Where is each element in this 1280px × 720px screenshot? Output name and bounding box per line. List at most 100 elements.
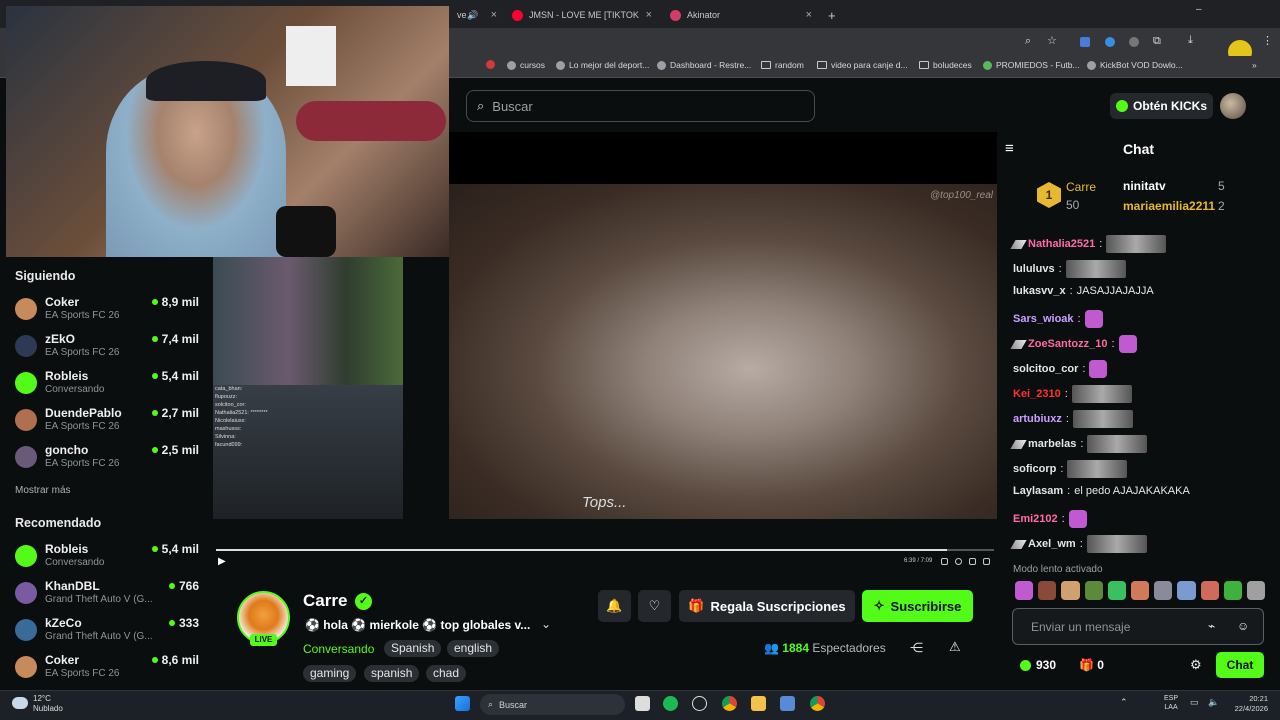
- bookmark-promiedos[interactable]: PROMIEDOS - Futb...: [983, 60, 1080, 70]
- emote-icon[interactable]: [1084, 581, 1103, 600]
- chat-username[interactable]: lukasvv_x: [1013, 285, 1066, 297]
- tab-partial[interactable]: ve 🔊 ×: [449, 4, 497, 26]
- follow-heart-button[interactable]: ♡: [638, 590, 671, 622]
- chat-username[interactable]: Kei_2310: [1013, 388, 1061, 400]
- taskbar-search[interactable]: ⌕ Buscar: [480, 694, 625, 715]
- video-player[interactable]: @top100_real Tops...: [449, 132, 997, 520]
- tag-chad[interactable]: chad: [426, 665, 467, 682]
- settings-icon[interactable]: [941, 558, 948, 565]
- chat-username[interactable]: soficorp: [1013, 463, 1056, 475]
- show-more-link[interactable]: Mostrar más: [15, 485, 71, 496]
- warning-icon[interactable]: ⚠: [949, 639, 961, 655]
- chat-username[interactable]: Laylasam: [1013, 485, 1063, 497]
- bookmark-kickbot[interactable]: KickBot VOD Dowlo...: [1087, 60, 1183, 70]
- tag-spanish[interactable]: Spanish: [384, 640, 442, 657]
- puzzle-icon[interactable]: ⧉: [1153, 35, 1161, 48]
- kebab-menu-icon[interactable]: ⋮: [1262, 34, 1273, 47]
- chrome-profile-icon[interactable]: [810, 696, 825, 711]
- download-icon[interactable]: ⤓: [1188, 34, 1193, 47]
- share-icon[interactable]: ⋲: [910, 640, 923, 656]
- chat-username[interactable]: solcitoo_cor: [1013, 363, 1078, 375]
- network-icon[interactable]: ▭: [1190, 697, 1199, 708]
- leaderboard-user-2[interactable]: mariaemilia2211: [1123, 199, 1215, 213]
- gear-icon[interactable]: [955, 558, 962, 565]
- bookmark-dashboard[interactable]: Dashboard - Restre...: [657, 60, 751, 70]
- emote-icon[interactable]: [1154, 581, 1173, 600]
- task-view-icon[interactable]: [635, 696, 650, 711]
- channel-row[interactable]: zEkO EA Sports FC 26 7,4 mil: [15, 332, 205, 366]
- chat-username[interactable]: ZoeSantozz_10: [1028, 338, 1107, 350]
- new-tab-button[interactable]: +: [820, 4, 836, 26]
- emote-icon[interactable]: [1107, 581, 1126, 600]
- extension-icon[interactable]: [1080, 37, 1090, 47]
- chat-message-input[interactable]: Enviar un mensaje: [1012, 608, 1264, 645]
- chat-send-button[interactable]: Chat: [1216, 652, 1264, 678]
- close-tab-icon[interactable]: ×: [646, 9, 652, 21]
- chat-username[interactable]: Emi2102: [1013, 513, 1058, 525]
- bookmarks-overflow-icon[interactable]: »: [1252, 60, 1257, 70]
- emote-icon[interactable]: [1061, 581, 1080, 600]
- tab-jmsn[interactable]: JMSN - LOVE ME [TIKTOK VERS ×: [504, 4, 652, 26]
- chat-username[interactable]: Sars_wioak: [1013, 313, 1074, 325]
- bookmark-boludeces[interactable]: boludeces: [919, 60, 972, 70]
- gift-count[interactable]: 🎁 0: [1079, 658, 1104, 672]
- keyboard-language[interactable]: ESP LAA: [1164, 694, 1178, 712]
- channel-row[interactable]: Coker EA Sports FC 26 8,6 mil: [15, 653, 205, 687]
- stream-category[interactable]: Conversando: [303, 642, 374, 656]
- kick-emote-icon[interactable]: ⌁: [1208, 619, 1215, 633]
- star-icon[interactable]: ☆: [1047, 34, 1057, 47]
- windows-start-icon[interactable]: [455, 696, 470, 711]
- chat-username[interactable]: Nathalia2521: [1028, 238, 1095, 250]
- chat-username[interactable]: lululuvs: [1013, 263, 1055, 275]
- spotify-icon[interactable]: [663, 696, 678, 711]
- emote-icon[interactable]: [1177, 581, 1196, 600]
- volume-icon[interactable]: 🔈: [1208, 697, 1219, 708]
- tag-english[interactable]: english: [447, 640, 500, 657]
- emote-icon[interactable]: [1200, 581, 1219, 600]
- channel-row[interactable]: kZeCo Grand Theft Auto V (G... 333: [15, 616, 205, 650]
- tag-spanish-lower[interactable]: spanish: [364, 665, 420, 682]
- chat-username[interactable]: Axel_wm: [1028, 538, 1076, 550]
- chat-settings-icon[interactable]: ⚙: [1190, 657, 1202, 673]
- taskbar-clock[interactable]: 20:21 22/4/2026: [1226, 694, 1268, 714]
- bookmark-deportes[interactable]: Lo mejor del deport...: [556, 60, 649, 70]
- extension-icon[interactable]: [1129, 37, 1139, 47]
- file-explorer-icon[interactable]: [751, 696, 766, 711]
- zoom-icon[interactable]: ⌕: [1025, 35, 1031, 48]
- subscribe-button[interactable]: ✧ Suscribirse: [862, 590, 973, 622]
- channel-row[interactable]: Robleis Conversando 5,4 mil: [15, 369, 205, 403]
- emote-icon[interactable]: [1223, 581, 1242, 600]
- chrome-icon[interactable]: [722, 696, 737, 711]
- tab-akinator[interactable]: Akinator ×: [662, 4, 812, 26]
- emote-icon[interactable]: [1130, 581, 1150, 600]
- search-input[interactable]: ⌕ Buscar: [466, 90, 815, 122]
- user-avatar[interactable]: [1220, 93, 1246, 119]
- channel-row[interactable]: Robleis Conversando 5,4 mil: [15, 542, 205, 576]
- extension-icon[interactable]: [1105, 37, 1115, 47]
- weather-widget[interactable]: 12°C Nublado: [33, 694, 63, 714]
- theater-icon[interactable]: [969, 558, 976, 565]
- channel-row[interactable]: Coker EA Sports FC 26 8,9 mil: [15, 295, 205, 329]
- bookmark-icon[interactable]: [486, 60, 495, 69]
- notification-bell-button[interactable]: 🔔: [598, 590, 631, 622]
- bookmark-cursos[interactable]: cursos: [507, 60, 545, 70]
- obs-icon[interactable]: [692, 696, 707, 711]
- bookmark-random[interactable]: random: [761, 60, 804, 70]
- chat-username[interactable]: artubiuxz: [1013, 413, 1062, 425]
- tag-gaming[interactable]: gaming: [303, 665, 357, 682]
- emote-icon[interactable]: [1015, 581, 1034, 600]
- minimize-icon[interactable]: –: [1196, 4, 1202, 15]
- channel-row[interactable]: DuendePablo EA Sports FC 26 2,7 mil: [15, 406, 205, 440]
- emoji-icon[interactable]: ☺: [1237, 619, 1249, 633]
- tray-chevron-icon[interactable]: ⌃: [1120, 697, 1128, 708]
- channel-row[interactable]: KhanDBL Grand Theft Auto V (G... 766: [15, 579, 205, 613]
- channel-row[interactable]: goncho EA Sports FC 26 2,5 mil: [15, 443, 205, 477]
- play-icon[interactable]: ▶: [218, 556, 226, 567]
- chevron-down-icon[interactable]: ⌄: [541, 617, 551, 631]
- gift-subs-button[interactable]: 🎁 Regala Suscripciones: [679, 590, 855, 622]
- fullscreen-icon[interactable]: [983, 558, 990, 565]
- store-icon[interactable]: [780, 696, 795, 711]
- get-kicks-button[interactable]: Obtén KICKs: [1110, 93, 1213, 119]
- bookmark-video[interactable]: video para canje d...: [817, 60, 908, 70]
- streamer-name[interactable]: Carre: [303, 591, 347, 611]
